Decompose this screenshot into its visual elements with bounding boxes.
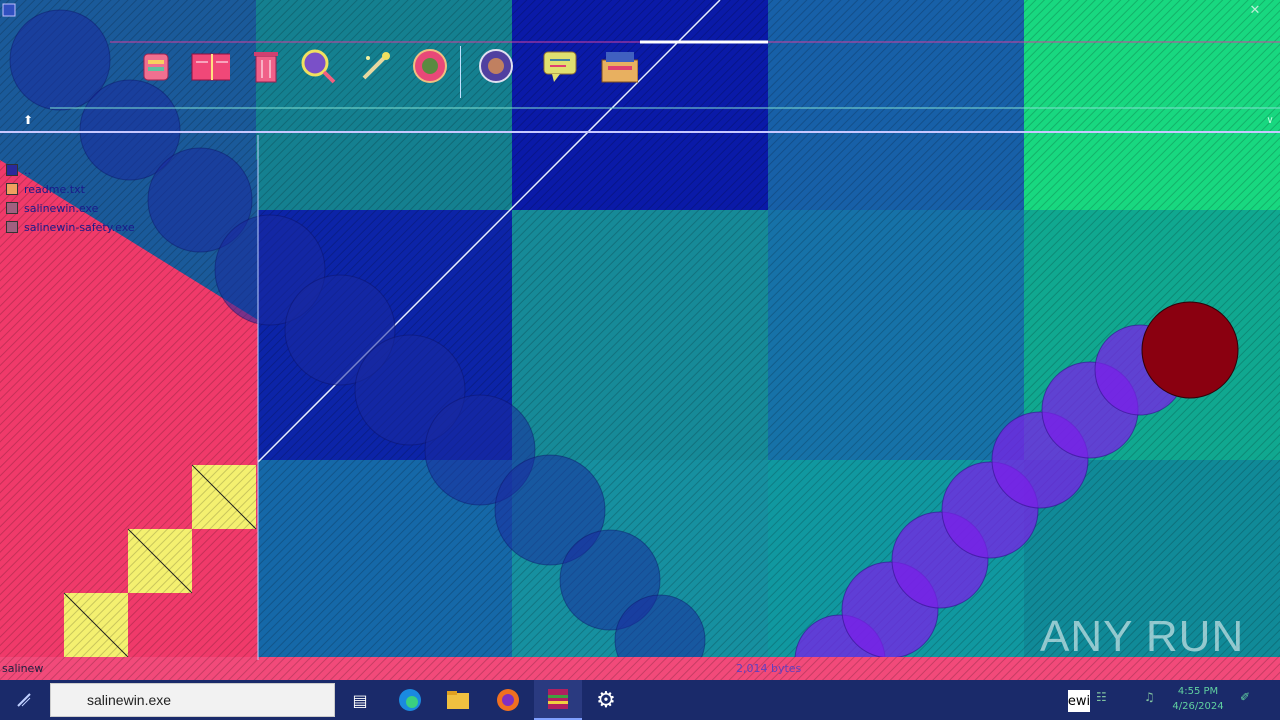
add-icon[interactable] <box>136 46 176 86</box>
gear-icon: ⚙ <box>596 687 616 713</box>
firefox-taskbar-button[interactable] <box>484 680 532 720</box>
list-item-label: salinewin-safety.exe <box>24 220 135 234</box>
status-left-text: salinew <box>2 662 44 675</box>
winrar-icon <box>548 689 568 709</box>
info-icon[interactable] <box>410 46 450 86</box>
wizard-icon[interactable] <box>356 46 396 86</box>
list-item-label: readme.txt <box>24 182 85 196</box>
settings-taskbar-button[interactable]: ⚙ <box>582 680 630 720</box>
list-item-label: salinewin.exe <box>24 201 99 215</box>
up-folder-button[interactable]: ⬆ <box>8 110 48 130</box>
folder-icon <box>447 691 469 709</box>
list-item-label: .. <box>24 163 31 177</box>
exe-file-icon <box>6 202 18 214</box>
virus-scan-icon[interactable] <box>476 46 516 86</box>
clock-time: 4:55 PM <box>1177 686 1219 697</box>
chevron-down-icon: ∨ <box>1266 114 1274 126</box>
watermark-logo: ANY RUN <box>1040 612 1245 661</box>
list-item[interactable]: salinewin-safety.exe <box>6 219 135 235</box>
task-view-button[interactable]: ▤ <box>336 680 384 720</box>
taskbar-clock[interactable]: 4:55 PM 4/26/2024 <box>1166 684 1230 716</box>
tray-label: ewi <box>1068 690 1090 712</box>
arrow-up-icon: ⬆ <box>22 113 34 127</box>
address-dropdown-button[interactable]: ∨ <box>1262 112 1278 128</box>
exe-file-icon <box>6 221 18 233</box>
volume-icon[interactable]: ♫ <box>1144 690 1160 708</box>
list-item[interactable]: .. <box>6 162 31 178</box>
status-size-text: 2,014 bytes <box>736 662 802 675</box>
text-file-icon <box>6 183 18 195</box>
windows-logo-icon <box>17 693 31 707</box>
taskbar-search-input[interactable]: salinewin.exe <box>50 683 335 717</box>
task-view-icon: ▤ <box>352 690 368 710</box>
find-icon[interactable] <box>298 46 338 86</box>
edge-icon <box>399 689 421 711</box>
toolbar-separator <box>460 46 461 98</box>
network-icon[interactable]: ☷ <box>1096 690 1112 708</box>
start-button[interactable] <box>0 680 48 720</box>
extract-icon[interactable] <box>190 46 230 86</box>
close-icon: ✕ <box>1249 2 1261 18</box>
edge-taskbar-button[interactable] <box>386 680 434 720</box>
winrar-taskbar-button[interactable] <box>534 680 582 720</box>
sfx-icon[interactable] <box>598 46 638 86</box>
app-icon[interactable] <box>2 2 16 17</box>
clock-date: 4/26/2024 <box>1172 701 1224 712</box>
delete-icon[interactable] <box>246 46 286 86</box>
window-close-button[interactable]: ✕ <box>1246 2 1264 18</box>
folder-up-icon <box>6 164 18 176</box>
notification-icon[interactable]: ✐ <box>1240 690 1256 708</box>
comment-icon[interactable] <box>540 46 580 86</box>
file-explorer-taskbar-button[interactable] <box>434 680 482 720</box>
firefox-icon <box>497 689 519 711</box>
list-item[interactable]: readme.txt <box>6 181 85 197</box>
list-item[interactable]: salinewin.exe <box>6 200 98 216</box>
